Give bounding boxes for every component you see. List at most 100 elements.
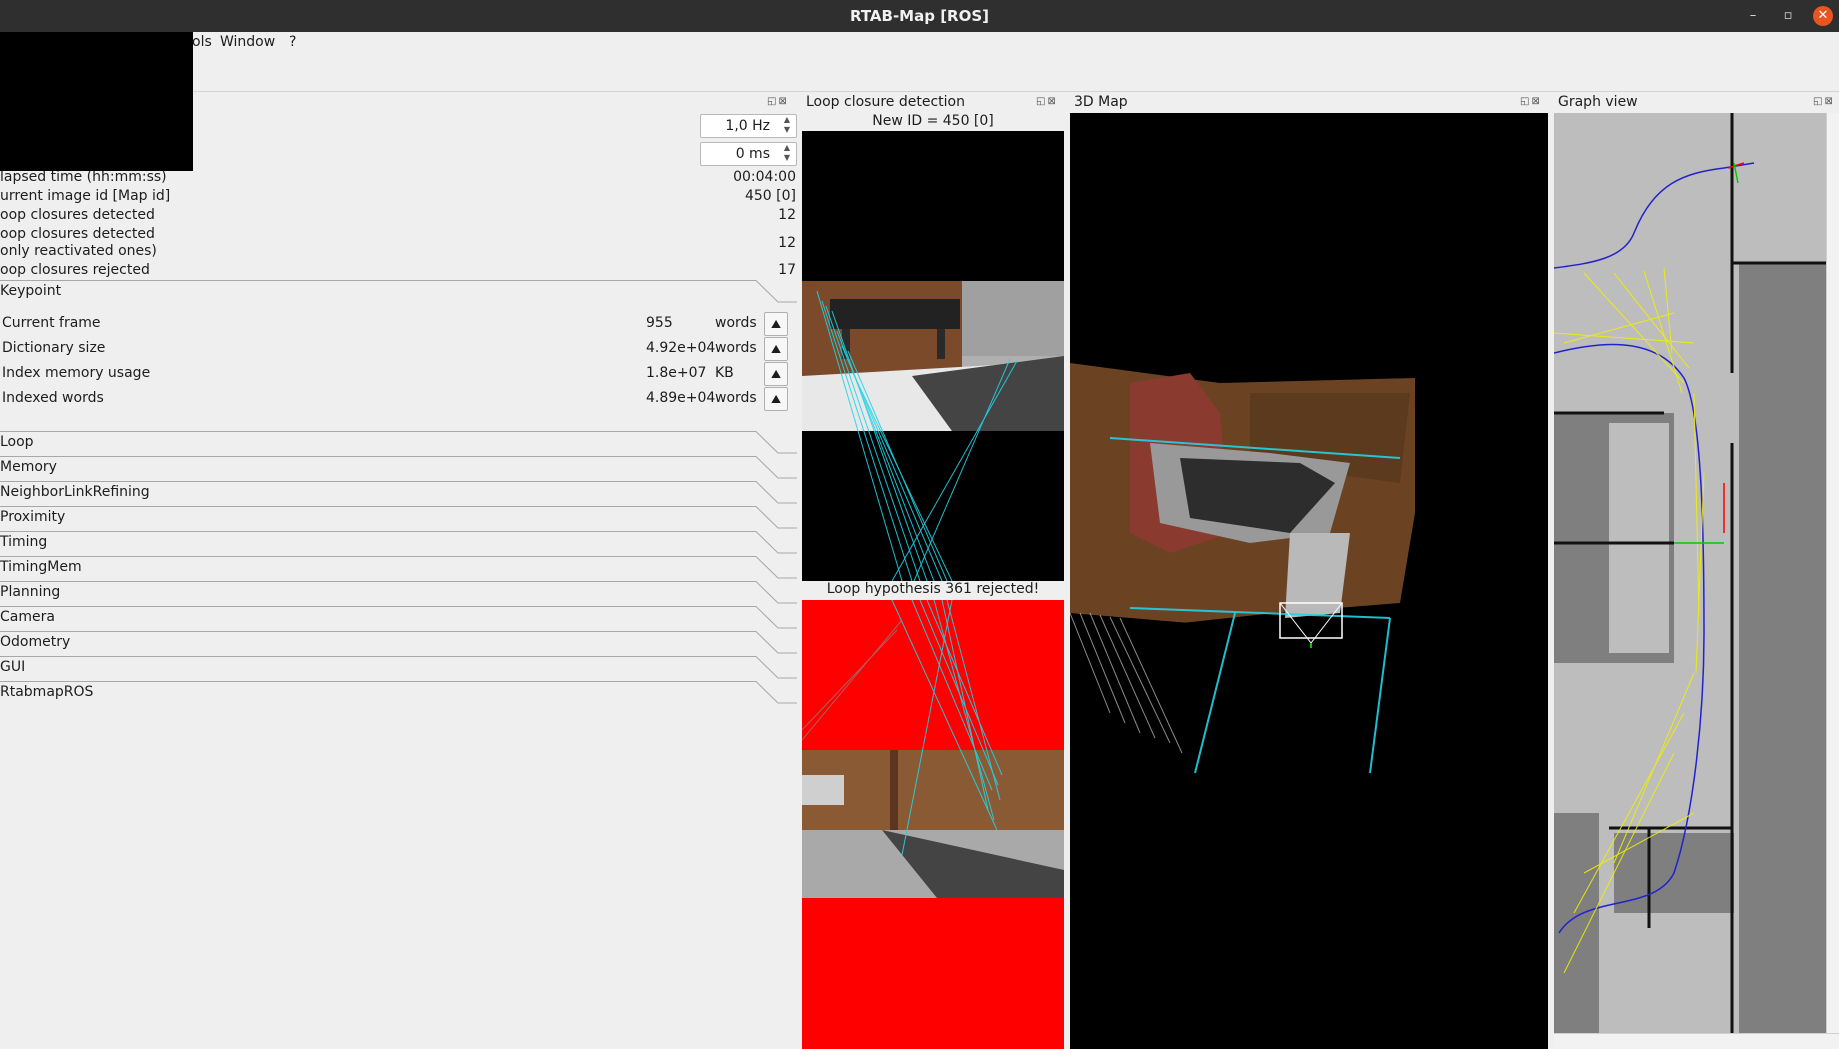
section-label: RtabmapROS [0, 684, 94, 700]
section-odometry[interactable]: Odometry [0, 631, 797, 656]
section-label: Loop [0, 434, 34, 450]
graph-vertical-scrollbar[interactable] [1826, 113, 1839, 1033]
section-chevron-icon [0, 431, 797, 454]
keypoint-value: 4.92e+04 [646, 340, 716, 356]
section-chevron-icon [0, 556, 797, 579]
stat-label: lapsed time (hh:mm:ss) [0, 169, 167, 185]
section-label: GUI [0, 659, 26, 675]
keypoint-name: Indexed words [2, 390, 104, 406]
section-label: Keypoint [0, 283, 62, 299]
section-memory[interactable]: Memory [0, 456, 797, 481]
loop-dock-buttons[interactable]: ◱⊠ [1036, 96, 1058, 107]
keypoint-name: Dictionary size [2, 340, 106, 356]
stat-label: oop closures detected only reactivated o… [0, 226, 157, 259]
window-titlebar: RTAB-Map [ROS] – ▫ ✕ [0, 0, 1839, 32]
loop-current-image [802, 131, 1064, 581]
new-id-label: New ID = 450 [0] [872, 113, 994, 129]
rate-spinbox[interactable]: 1,0 Hz ▲ ▼ [700, 114, 797, 138]
minimize-icon[interactable]: – [1743, 6, 1763, 26]
section-label: Planning [0, 584, 61, 600]
keypoint-unit: words [715, 390, 757, 406]
keypoint-value: 955 [646, 315, 673, 331]
map3d-view[interactable] [1070, 113, 1548, 1049]
section-chevron-icon [0, 581, 797, 604]
keypoint-row: Index memory usage 1.8e+07 KB ⛰ [2, 362, 792, 387]
section-keypoint[interactable]: Keypoint [0, 280, 797, 305]
loop-current-scene [802, 131, 1064, 581]
section-chevron-icon [0, 280, 797, 303]
section-label: Odometry [0, 634, 71, 650]
keypoint-value: 1.8e+07 [646, 365, 707, 381]
section-label: Camera [0, 609, 55, 625]
stat-value: 450 [0] [744, 188, 796, 204]
graph-dock-title: Graph view [1558, 94, 1638, 110]
stat-label: oop closures rejected [0, 262, 150, 278]
loop-dock-title: Loop closure detection [806, 94, 965, 110]
time-limit-spinbox[interactable]: 0 ms ▲ ▼ [700, 142, 797, 166]
section-chevron-icon [0, 456, 797, 479]
section-chevron-icon [0, 531, 797, 554]
plot-icon[interactable]: ⛰ [764, 337, 788, 361]
section-label: Proximity [0, 509, 66, 525]
menu-window[interactable]: Window [220, 34, 275, 50]
stat-label: oop closures detected [0, 207, 155, 223]
keypoint-unit: words [715, 340, 757, 356]
section-rtabmapros[interactable]: RtabmapROS [0, 681, 797, 706]
menu-tools[interactable]: ols [192, 34, 212, 50]
window-title: RTAB-Map [ROS] [849, 7, 990, 25]
section-chevron-icon [0, 506, 797, 529]
section-chevron-icon [0, 631, 797, 654]
map3d-dock-title: 3D Map [1074, 94, 1128, 110]
menu-help[interactable]: ? [289, 34, 296, 50]
section-label: TimingMem [0, 559, 82, 575]
section-proximity[interactable]: Proximity [0, 506, 797, 531]
section-label: Timing [0, 534, 48, 550]
keypoint-row: Current frame 955 words ⛰ [2, 312, 792, 337]
section-chevron-icon [0, 656, 797, 679]
menubar: ols Window ? [0, 32, 1839, 54]
section-timing[interactable]: Timing [0, 531, 797, 556]
map3d-dock-buttons[interactable]: ◱⊠ [1520, 96, 1542, 107]
section-camera[interactable]: Camera [0, 606, 797, 631]
loop-hypothesis-label: Loop hypothesis 361 rejected! [826, 581, 1040, 597]
loop-rejected-image [802, 600, 1064, 1049]
section-label: NeighborLinkRefining [0, 484, 150, 500]
section-chevron-icon [0, 681, 797, 704]
section-loop[interactable]: Loop [0, 431, 797, 456]
loop-rejected-scene [802, 600, 1064, 898]
keypoint-name: Index memory usage [2, 365, 151, 381]
rate-value: 1,0 Hz [725, 118, 770, 134]
map3d-scene [1070, 363, 1415, 774]
keypoint-row: Dictionary size 4.92e+04 words ⛰ [2, 337, 792, 362]
maximize-icon[interactable]: ▫ [1778, 6, 1798, 26]
graph-map [1554, 113, 1826, 1033]
section-chevron-icon [0, 606, 797, 629]
stat-value: 12 [778, 207, 796, 223]
plot-icon[interactable]: ⛰ [764, 387, 788, 411]
graph-view[interactable] [1554, 113, 1826, 1033]
section-neighborlinkrefining[interactable]: NeighborLinkRefining [0, 481, 797, 506]
spin-arrows-icon[interactable]: ▲ ▼ [780, 115, 794, 137]
section-planning[interactable]: Planning [0, 581, 797, 606]
stats-dock-buttons[interactable]: ◱⊠ [767, 96, 789, 107]
graph-horizontal-scrollbar[interactable] [1554, 1033, 1839, 1049]
plot-icon[interactable]: ⛰ [764, 362, 788, 386]
keypoint-name: Current frame [2, 315, 101, 331]
keypoint-row: Indexed words 4.89e+04 words ⛰ [2, 387, 792, 412]
redacted-region [0, 32, 193, 171]
spin-arrows-icon[interactable]: ▲ ▼ [780, 143, 794, 165]
section-timingmem[interactable]: TimingMem [0, 556, 797, 581]
stat-label: urrent image id [Map id] [0, 188, 171, 204]
keypoint-unit: words [715, 315, 757, 331]
graph-dock-buttons[interactable]: ◱⊠ [1813, 96, 1835, 107]
keypoint-unit: KB [715, 365, 734, 381]
section-label: Memory [0, 459, 57, 475]
keypoint-value: 4.89e+04 [646, 390, 716, 406]
section-gui[interactable]: GUI [0, 656, 797, 681]
stat-value: 12 [778, 235, 796, 251]
close-icon[interactable]: ✕ [1813, 6, 1833, 26]
stat-value: 17 [778, 262, 796, 278]
toolbar [0, 54, 1839, 92]
plot-icon[interactable]: ⛰ [764, 312, 788, 336]
stat-value: 00:04:00 [733, 169, 796, 185]
